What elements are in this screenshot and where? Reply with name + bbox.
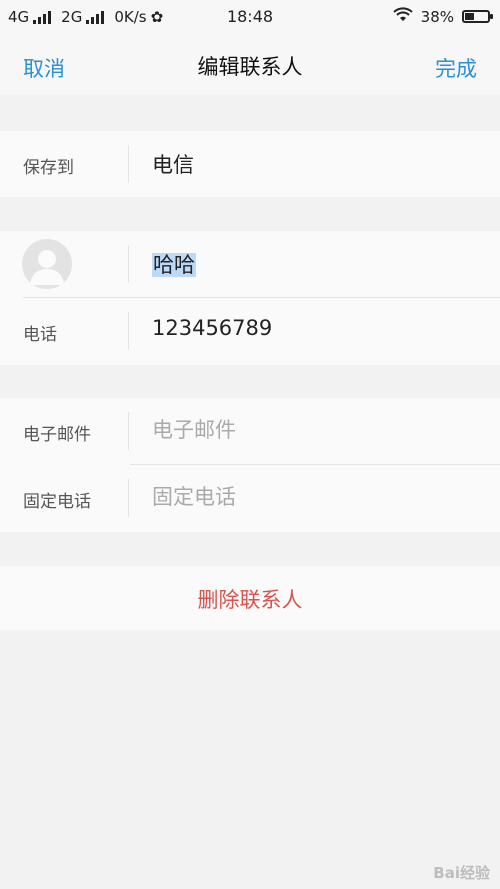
save-to-row[interactable]: 保存到 电信 [0,131,500,197]
row-divider [128,479,129,517]
email-label: 电子邮件 [23,425,91,445]
delete-contact-button[interactable]: 删除联系人 [0,566,500,630]
row-divider [128,245,129,283]
landline-input[interactable] [152,480,472,514]
wifi-icon [392,7,413,26]
phone-label: 电话 [23,325,57,345]
save-to-label: 保存到 [23,158,74,178]
battery-percent: 38% [420,7,454,26]
name-row[interactable]: 哈哈 [0,231,500,297]
battery-level-fill [465,13,475,20]
save-to-section: 保存到 电信 [0,131,500,197]
page-title: 编辑联系人 [197,55,303,79]
row-divider [128,412,129,450]
avatar[interactable] [22,239,72,289]
row-divider [128,145,129,183]
delete-contact-label: 删除联系人 [197,588,303,612]
name-field[interactable]: 哈哈 [152,249,196,279]
phone-row[interactable]: 电话 123456789 [0,298,500,364]
extra-fields-section: 电子邮件 固定电话 [0,398,500,532]
done-button[interactable]: 完成 [435,53,477,83]
email-input[interactable] [152,413,472,447]
watermark: Bai经验 [433,864,490,882]
row-divider [128,312,129,350]
contact-section: 哈哈 电话 123456789 [0,231,500,365]
nav-bar: 取消 编辑联系人 完成 [0,34,500,94]
battery-icon [462,10,493,23]
status-right: 38% [392,7,493,26]
save-to-value: 电信 [152,153,194,177]
phone-value[interactable]: 123456789 [152,316,272,340]
status-bar: 4G 2G 0K/s ✿ 18:48 38% [0,0,500,34]
email-row: 电子邮件 [0,398,500,464]
name-value: 哈哈 [152,253,196,277]
landline-row: 固定电话 [0,465,500,531]
landline-label: 固定电话 [23,492,91,512]
person-icon [30,250,64,285]
